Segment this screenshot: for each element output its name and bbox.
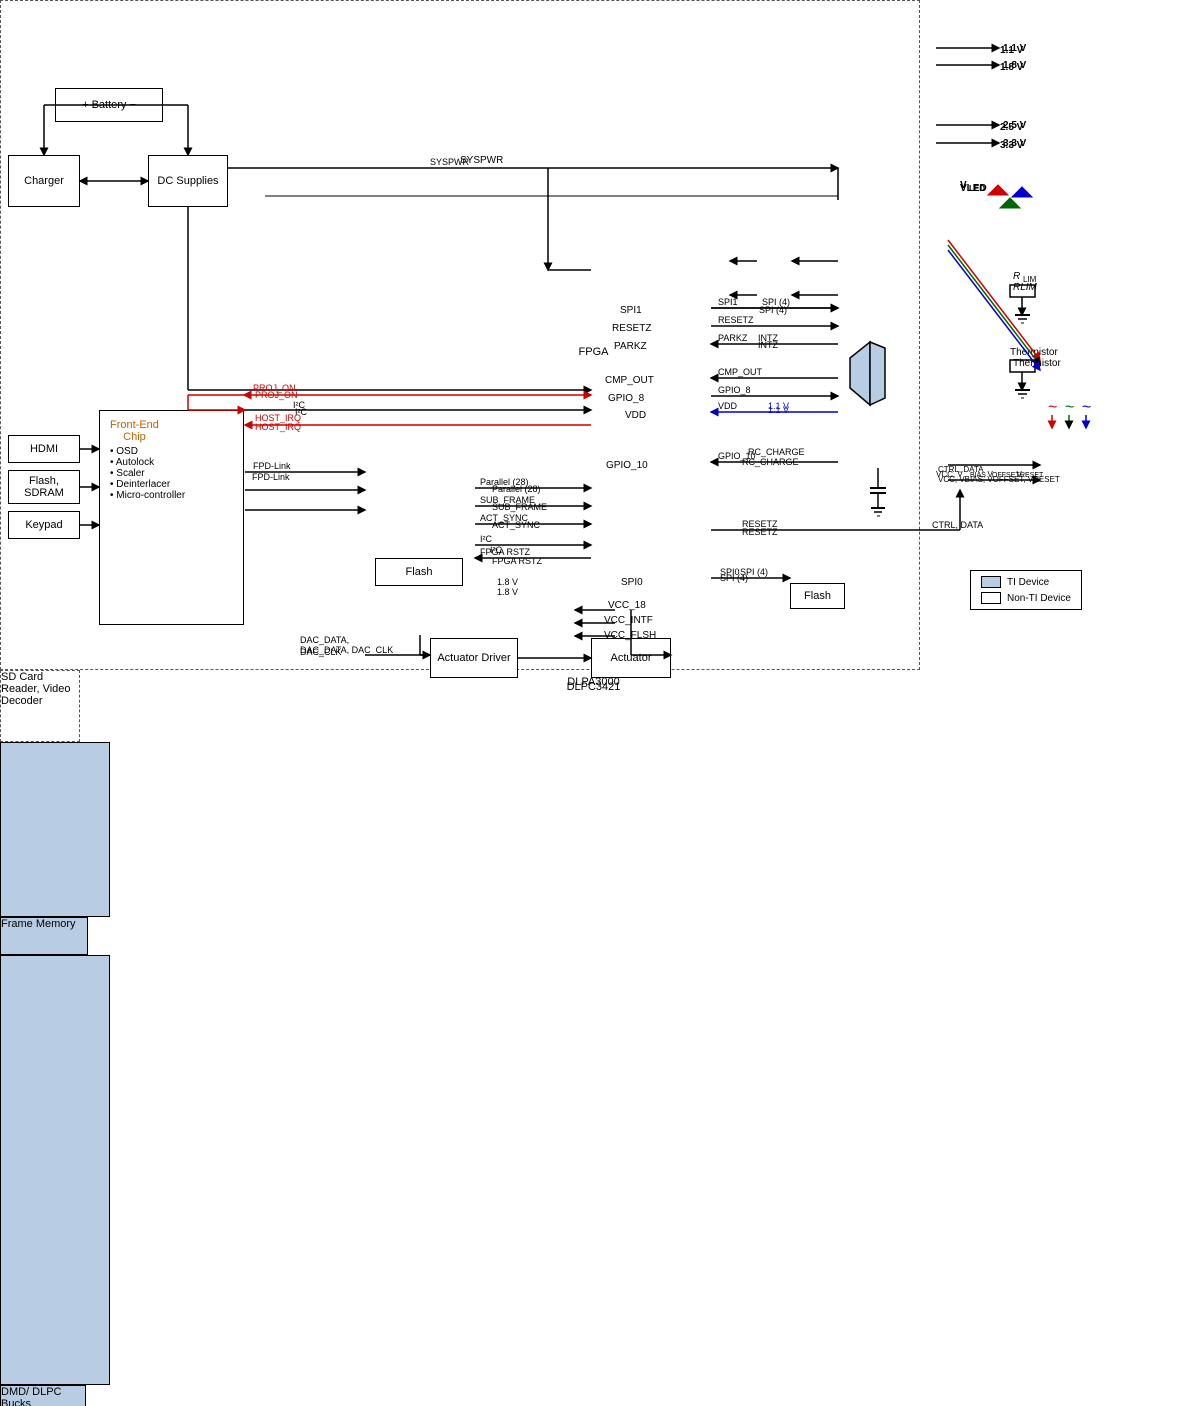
autolock-item: • Autolock (110, 457, 185, 468)
rc-charge-label: RC_CHARGE (742, 457, 799, 467)
vcc-flsh-label: VCC_FLSH (604, 630, 656, 641)
gpio10-label: GPIO_10 (606, 460, 648, 471)
svg-text:~: ~ (1048, 399, 1057, 416)
resetz-label: RESETZ (612, 323, 651, 334)
block-diagram: + Battery − Charger DC Supplies HDMI Fla… (0, 0, 1187, 703)
ctrl-data-label: CTRL, DATA (932, 520, 983, 530)
v11-2-label: 1.1 V (768, 405, 789, 415)
flash-sdram-label: Flash, SDRAM (9, 475, 79, 499)
vdd-label: VDD (625, 410, 646, 421)
parallel28-label: Parallel (28) (492, 484, 541, 494)
i2c-label-1: I²C (295, 407, 307, 417)
cmp-out-label: CMP_OUT (605, 375, 654, 386)
scaler-item: • Scaler (110, 468, 185, 479)
host-irq-label: HOST_IRQ (255, 422, 301, 432)
v18-2-label: 1.8 V (497, 587, 518, 597)
keypad-box: Keypad (8, 511, 80, 539)
svg-text:CTRL, DATA: CTRL, DATA (938, 465, 984, 474)
actuator-driver-label: Actuator Driver (437, 652, 510, 664)
svg-text:R: R (1013, 271, 1020, 282)
rlim-label: RLIM (1013, 282, 1037, 293)
charger-box: Charger (8, 155, 80, 207)
frame-memory-label: Frame Memory (1, 918, 76, 930)
fpga-label: FPGA (579, 346, 609, 358)
hdmi-box: HDMI (8, 435, 80, 463)
spio-label: SPI0 (621, 577, 643, 588)
gpio8-label: GPIO_8 (608, 393, 644, 404)
vled-label: VLED (960, 183, 987, 194)
flash-sdram-box: Flash, SDRAM (8, 470, 80, 504)
v33-label: 3.3 V (1000, 140, 1023, 151)
dac-label: DAC_DATA, DAC_CLK (300, 645, 393, 655)
osd-item: • OSD (110, 446, 185, 457)
v18-out-label: 1.8 V (1000, 62, 1023, 73)
proj-on-label: PROJ_ON (255, 390, 298, 400)
svg-text:Thermistor: Thermistor (1010, 347, 1058, 358)
battery-box: + Battery − (55, 88, 163, 122)
charger-label: Charger (24, 175, 64, 187)
i2c-label-2: I²C (490, 545, 502, 555)
microcontroller-item: • Micro-controller (110, 490, 185, 501)
actuator-box: Actuator (591, 638, 671, 678)
actuator-label: Actuator (611, 652, 652, 664)
spi4-2-label: SPI (4) (720, 573, 748, 583)
actuator-driver-box: Actuator Driver (430, 638, 518, 678)
intz-label: INTZ (758, 340, 778, 350)
resetz2-label: RESETZ (742, 527, 778, 537)
legend-non-ti: Non-TI Device (981, 592, 1071, 604)
sdcard-label: SD Card Reader, Video Decoder (1, 671, 71, 707)
svg-text:~: ~ (1082, 399, 1091, 416)
fpga-box: FPGA (0, 742, 110, 917)
parkz-label: PARKZ (614, 341, 647, 352)
vcc-vbias-label: VCC, VBIAS, VOFFSET, VRESET (938, 475, 1060, 484)
legend-non-ti-label: Non-TI Device (1007, 593, 1071, 604)
frontend-chip-box: Front-EndChip • OSD • Autolock • Scaler … (99, 410, 244, 625)
dmd-bucks-label: DMD/ DLPC Bucks (1, 1386, 62, 1406)
flash-spi-box: Flash (790, 583, 845, 609)
dlpc3421-label: DLPC3421 (567, 681, 621, 693)
fpga-rstz-label: FPGA RSTZ (492, 556, 542, 566)
dlpa3000-box: DLPA3000 (0, 955, 110, 1385)
legend-ti-label: TI Device (1007, 577, 1049, 588)
deinterlacer-item: • Deinterlacer (110, 479, 185, 490)
thermistor-label: Thermistor (1013, 358, 1061, 369)
syspwr-label: SYSPWR (430, 157, 469, 167)
vcc-intf-label: VCC_INTF (604, 615, 653, 626)
v11-label: 1.1 V (1000, 45, 1023, 56)
legend: TI Device Non-TI Device (970, 570, 1082, 610)
dc-supplies-label: DC Supplies (157, 175, 218, 187)
frontend-chip-label: Front-EndChip (110, 419, 159, 443)
legend-ti: TI Device (981, 576, 1071, 588)
act-sync-label: ACT_SYNC (492, 520, 540, 530)
frame-memory-box: Frame Memory (0, 917, 88, 955)
hdmi-label: HDMI (30, 443, 58, 455)
spi4-label: SPI (4) (759, 305, 787, 315)
vcc18-label: VCC_18 (608, 600, 646, 611)
flash-fpga-box: Flash (375, 558, 463, 586)
fpd-link-label: FPD-Link (252, 472, 290, 482)
v25-label: 2.5 V (1000, 122, 1023, 133)
keypad-label: Keypad (25, 519, 62, 531)
sdcard-box: SD Card Reader, Video Decoder (0, 670, 80, 742)
sub-frame-label: SUB_FRAME (492, 502, 547, 512)
flash-fpga-label: Flash (406, 566, 433, 578)
dmd-bucks-box: DMD/ DLPC Bucks (0, 1385, 86, 1406)
flash-spi-label: Flash (804, 590, 831, 602)
spi1-label: SPI1 (620, 305, 642, 316)
dc-supplies-box: DC Supplies (148, 155, 228, 207)
svg-text:~: ~ (1065, 399, 1074, 416)
battery-label: + Battery − (82, 99, 136, 111)
